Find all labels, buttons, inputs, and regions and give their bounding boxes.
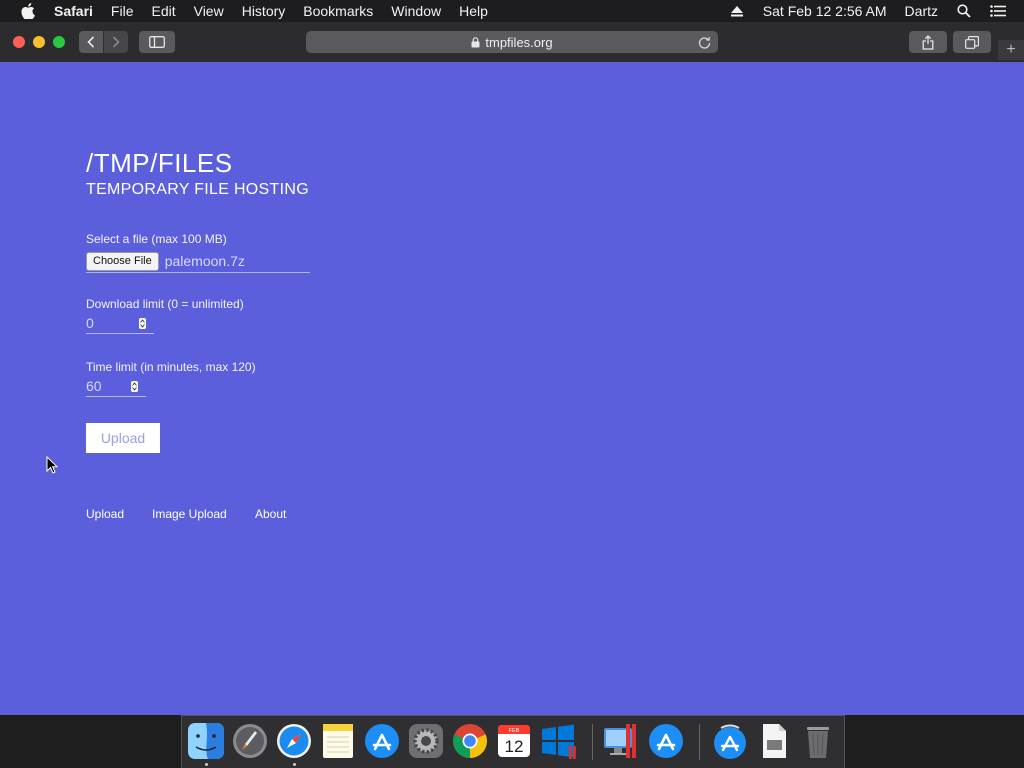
minimize-window-button[interactable] <box>33 36 45 48</box>
menu-file[interactable]: File <box>111 0 134 22</box>
screen: Safari File Edit View History Bookmarks … <box>0 0 1024 768</box>
menu-window[interactable]: Window <box>391 0 441 22</box>
menu-help[interactable]: Help <box>459 0 488 22</box>
time-limit-label: Time limit (in minutes, max 120) <box>86 360 256 374</box>
system-preferences-icon[interactable] <box>407 722 445 760</box>
show-tabs-button[interactable] <box>953 31 991 53</box>
forward-button[interactable] <box>104 31 128 53</box>
chevron-right-icon <box>112 36 120 48</box>
menu-edit[interactable]: Edit <box>151 0 175 22</box>
sidebar-icon <box>149 36 165 48</box>
back-button[interactable] <box>79 31 103 53</box>
url-text: tmpfiles.org <box>485 34 553 50</box>
app-store-icon[interactable] <box>647 722 685 760</box>
menu-bar: Safari File Edit View History Bookmarks … <box>0 0 1024 22</box>
menu-view[interactable]: View <box>194 0 224 22</box>
calendar-day: 12 <box>505 737 524 756</box>
menu-safari[interactable]: Safari <box>54 0 93 22</box>
page-subtitle: TEMPORARY FILE HOSTING <box>86 181 309 198</box>
eject-icon[interactable] <box>729 3 745 19</box>
finder-icon[interactable] <box>187 722 225 760</box>
mouse-cursor-icon <box>46 456 58 474</box>
dock-separator <box>699 724 700 760</box>
dock: FEB 12 <box>181 715 845 768</box>
time-limit-stepper[interactable] <box>131 380 138 392</box>
menu-history[interactable]: History <box>242 0 286 22</box>
download-limit-label: Download limit (0 = unlimited) <box>86 297 244 311</box>
zoom-window-button[interactable] <box>53 36 65 48</box>
spotlight-search-icon[interactable] <box>956 3 972 19</box>
download-limit-stepper[interactable] <box>139 317 146 329</box>
file-input[interactable]: Choose File palemoon.7z <box>86 250 310 273</box>
menu-bar-status: Sat Feb 12 2:56 AM Dartz <box>729 0 1024 22</box>
running-indicator <box>205 763 208 766</box>
web-page: /TMP/FILES TEMPORARY FILE HOSTING Select… <box>0 62 1024 715</box>
address-bar[interactable]: tmpfiles.org <box>306 31 718 53</box>
downloads-icon[interactable] <box>711 722 749 760</box>
time-limit-value: 60 <box>86 378 102 394</box>
choose-file-button[interactable]: Choose File <box>86 251 159 271</box>
download-limit-input[interactable]: 0 <box>86 313 154 334</box>
page-title: /TMP/FILES <box>86 148 233 178</box>
chevron-left-icon <box>87 36 95 48</box>
new-tab-button[interactable]: + <box>998 40 1024 60</box>
share-button[interactable] <box>909 31 947 53</box>
footer-link-image-upload[interactable]: Image Upload <box>152 507 227 521</box>
user-name[interactable]: Dartz <box>905 0 938 22</box>
lock-icon <box>471 36 481 48</box>
calendar-icon[interactable]: FEB 12 <box>495 722 533 760</box>
close-window-button[interactable] <box>13 36 25 48</box>
menu-bookmarks[interactable]: Bookmarks <box>303 0 373 22</box>
launchpad-icon[interactable] <box>231 722 269 760</box>
documents-icon[interactable] <box>755 722 793 760</box>
share-icon <box>922 34 934 50</box>
footer-link-about[interactable]: About <box>255 507 286 521</box>
clock[interactable]: Sat Feb 12 2:56 AM <box>763 0 887 22</box>
dock-separator <box>592 724 593 760</box>
tabs-overview-icon <box>965 35 979 49</box>
apple-icon[interactable] <box>20 3 36 19</box>
upload-button[interactable]: Upload <box>86 423 160 453</box>
trash-icon[interactable] <box>799 722 837 760</box>
notification-center-icon[interactable] <box>990 3 1006 19</box>
stepper-arrows-icon <box>132 381 137 391</box>
calendar-month: FEB <box>509 728 520 734</box>
time-limit-input[interactable]: 60 <box>86 376 146 397</box>
stepper-arrows-icon <box>140 318 145 328</box>
safari-icon[interactable] <box>275 722 313 760</box>
browser-toolbar: tmpfiles.org <box>0 22 1024 63</box>
app-store-icon[interactable] <box>363 722 401 760</box>
parallels-icon[interactable] <box>602 722 640 760</box>
selected-file-name: palemoon.7z <box>164 253 245 269</box>
chrome-icon[interactable] <box>451 722 489 760</box>
reload-icon[interactable] <box>696 34 712 50</box>
file-field-label: Select a file (max 100 MB) <box>86 232 227 246</box>
download-limit-value: 0 <box>86 315 94 331</box>
windows-icon[interactable] <box>539 722 577 760</box>
footer-link-upload[interactable]: Upload <box>86 507 124 521</box>
notes-icon[interactable] <box>319 722 357 760</box>
sidebar-toggle-button[interactable] <box>139 31 175 53</box>
running-indicator <box>293 763 296 766</box>
